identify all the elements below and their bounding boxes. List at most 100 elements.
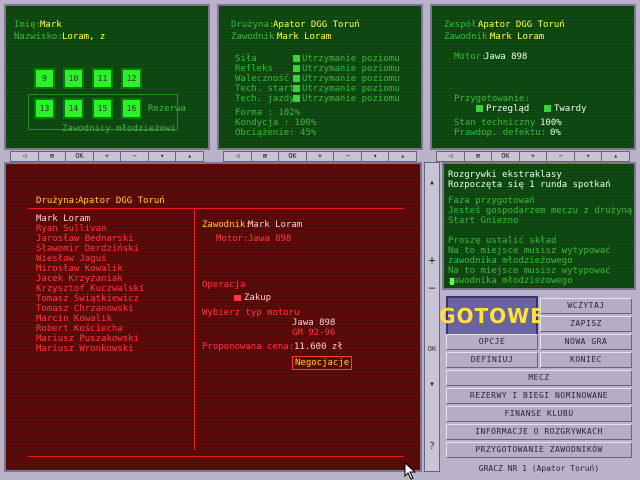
- plus-button[interactable]: +: [520, 152, 548, 161]
- log-line: Start Gniezno: [448, 216, 519, 226]
- stat-option-checkbox[interactable]: [293, 75, 300, 82]
- rider-list-item[interactable]: Tomasz Świątkiewicz: [36, 294, 139, 304]
- scroll-up-icon[interactable]: ▴: [425, 177, 439, 188]
- scroll-ok-button[interactable]: OK: [425, 345, 439, 353]
- back-icon[interactable]: ◁: [437, 152, 465, 161]
- mecz-button[interactable]: MECZ: [446, 370, 632, 386]
- stat-value[interactable]: Utrzymanie poziomu: [302, 74, 400, 84]
- nazwisko-value: Loram, z: [62, 32, 106, 42]
- wczytaj-button[interactable]: WCZYTAJ: [540, 298, 632, 314]
- log-line: Proszę ustalić skład: [448, 236, 557, 246]
- stat-value[interactable]: Utrzymanie poziomu: [302, 64, 400, 74]
- plus-button[interactable]: +: [94, 152, 122, 161]
- rider-list-item[interactable]: Mirosław Kowalik: [36, 264, 123, 274]
- bottom-divider: [28, 456, 404, 457]
- stat-value[interactable]: Utrzymanie poziomu: [302, 84, 400, 94]
- ok-button[interactable]: OK: [66, 152, 94, 161]
- zawodnik-label: Zawodnik:: [231, 32, 280, 42]
- finanse-button[interactable]: FINANSE KLUBU: [446, 406, 632, 422]
- rider-slot-12[interactable]: 12: [121, 68, 142, 89]
- rider-list-item[interactable]: Wiesław Jaguś: [36, 254, 106, 264]
- vertical-scroll-bar[interactable]: ▴ + − OK ▾ ?: [424, 162, 440, 472]
- rider-list-item[interactable]: Robert Kościecha: [36, 324, 123, 334]
- imie-value: Mark: [40, 20, 62, 30]
- motor-type-1[interactable]: Jawa 898: [292, 318, 335, 328]
- rider-slot-10[interactable]: 10: [63, 68, 84, 89]
- minus-button[interactable]: −: [547, 152, 575, 161]
- down-arrow-icon[interactable]: ▾: [575, 152, 603, 161]
- panel2-controls[interactable]: ◁ ⊞ OK + − ▾ ▴: [223, 151, 417, 162]
- window-icon[interactable]: ⊞: [252, 152, 280, 161]
- zawodnik-label: Zawodnik:: [444, 32, 493, 42]
- stat-option-checkbox[interactable]: [293, 85, 300, 92]
- przeglad-label[interactable]: Przegląd: [486, 104, 529, 114]
- opcje-button[interactable]: OPCJE: [446, 334, 538, 350]
- rider-list-item[interactable]: Mark Loram: [36, 214, 90, 224]
- window-icon[interactable]: ⊞: [39, 152, 67, 161]
- rider-slot-9[interactable]: 9: [34, 68, 55, 89]
- ok-button[interactable]: OK: [279, 152, 307, 161]
- stat-value[interactable]: Utrzymanie poziomu: [302, 54, 400, 64]
- rider-list-item[interactable]: Ryan Sullivan: [36, 224, 106, 234]
- main-panel: Drużyna: Apator DGG Toruń Mark Loram Ryan…: [4, 162, 422, 472]
- scroll-plus-button[interactable]: +: [425, 253, 439, 267]
- stat-label: Tech. startu: [235, 84, 301, 94]
- imie-label: Imię:: [14, 20, 42, 30]
- stat-option-checkbox[interactable]: [293, 95, 300, 102]
- przygotowanie-button[interactable]: PRZYGOTOWANIE ZAWODNIKÓW: [446, 442, 632, 458]
- down-arrow-icon[interactable]: ▾: [149, 152, 177, 161]
- negocjacje-button[interactable]: Negocjacje: [292, 356, 353, 370]
- gotowe-button[interactable]: GOTOWE: [439, 296, 544, 336]
- minus-button[interactable]: −: [334, 152, 362, 161]
- stat-option-checkbox[interactable]: [293, 55, 300, 62]
- back-icon[interactable]: ◁: [224, 152, 252, 161]
- przeglad-checkbox[interactable]: [476, 105, 483, 112]
- plus-button[interactable]: +: [307, 152, 335, 161]
- nowa-gra-button[interactable]: NOWA GRA: [540, 334, 632, 350]
- panel3-controls[interactable]: ◁ ⊞ OK + − ▾ ▴: [436, 151, 630, 162]
- rider-list-item[interactable]: Tomasz Chrzanowski: [36, 304, 134, 314]
- rezerwy-button[interactable]: REZERWY I BIEGI NOMINOWANE: [446, 388, 632, 404]
- zapisz-button[interactable]: ZAPISZ: [540, 316, 632, 332]
- motor-value: Jawa 898: [484, 52, 528, 62]
- back-icon[interactable]: ◁: [11, 152, 39, 161]
- definiuj-button[interactable]: DEFINIUJ: [446, 352, 538, 368]
- motor-type-2[interactable]: GM 92-96: [292, 328, 335, 338]
- help-icon[interactable]: ?: [425, 441, 439, 452]
- forma-text: Forma : 102%: [235, 108, 301, 118]
- rider-slot-11[interactable]: 11: [92, 68, 113, 89]
- zakup-checkbox[interactable]: [234, 295, 241, 301]
- informacje-button[interactable]: INFORMACJE O ROZGRYWKACH: [446, 424, 632, 440]
- rider-list-item[interactable]: Marcin Kowalik: [36, 314, 112, 324]
- rider-list-item[interactable]: Mariusz Wronkowski: [36, 344, 134, 354]
- nazwisko-label: Nazwisko:: [14, 32, 63, 42]
- stat-option-checkbox[interactable]: [293, 65, 300, 72]
- scroll-down-icon[interactable]: ▾: [425, 379, 439, 390]
- minus-button[interactable]: −: [121, 152, 149, 161]
- rider-list-item[interactable]: Krzysztof Kuczwalski: [36, 284, 144, 294]
- gotowe-label: GOTOWE: [439, 304, 545, 328]
- zawodnik-value: Mark Loram: [277, 32, 332, 42]
- panel1-controls[interactable]: ◁ ⊞ OK + − ▾ ▴: [10, 151, 204, 162]
- rider-list-item[interactable]: Jacek Krzyżaniak: [36, 274, 123, 284]
- scroll-minus-button[interactable]: −: [425, 281, 439, 295]
- up-arrow-icon[interactable]: ▴: [176, 152, 203, 161]
- rider-list-item[interactable]: Jarosław Bednarski: [36, 234, 134, 244]
- up-arrow-icon[interactable]: ▴: [602, 152, 629, 161]
- zakup-label[interactable]: Zakup: [244, 293, 271, 303]
- status-bar: GRACZ NR 1 (Apator Toruń): [478, 464, 600, 473]
- twardy-label[interactable]: Twardy: [554, 104, 587, 114]
- stat-value[interactable]: Utrzymanie poziomu: [302, 94, 400, 104]
- window-icon[interactable]: ⊞: [465, 152, 493, 161]
- ok-button[interactable]: OK: [492, 152, 520, 161]
- rider-list-item[interactable]: Sławomir Derdziński: [36, 244, 139, 254]
- top-divider: [28, 208, 404, 209]
- column-divider: [194, 208, 195, 450]
- rider-list-item[interactable]: Mariusz Puszakowski: [36, 334, 139, 344]
- twardy-checkbox[interactable]: [544, 105, 551, 112]
- up-arrow-icon[interactable]: ▴: [389, 152, 416, 161]
- main-druzyna-value: Apator DGG Toruń: [78, 196, 165, 206]
- log-line: Jesteś gospodarzem meczu z drużyną: [448, 206, 633, 216]
- down-arrow-icon[interactable]: ▾: [362, 152, 390, 161]
- koniec-button[interactable]: KONIEC: [540, 352, 632, 368]
